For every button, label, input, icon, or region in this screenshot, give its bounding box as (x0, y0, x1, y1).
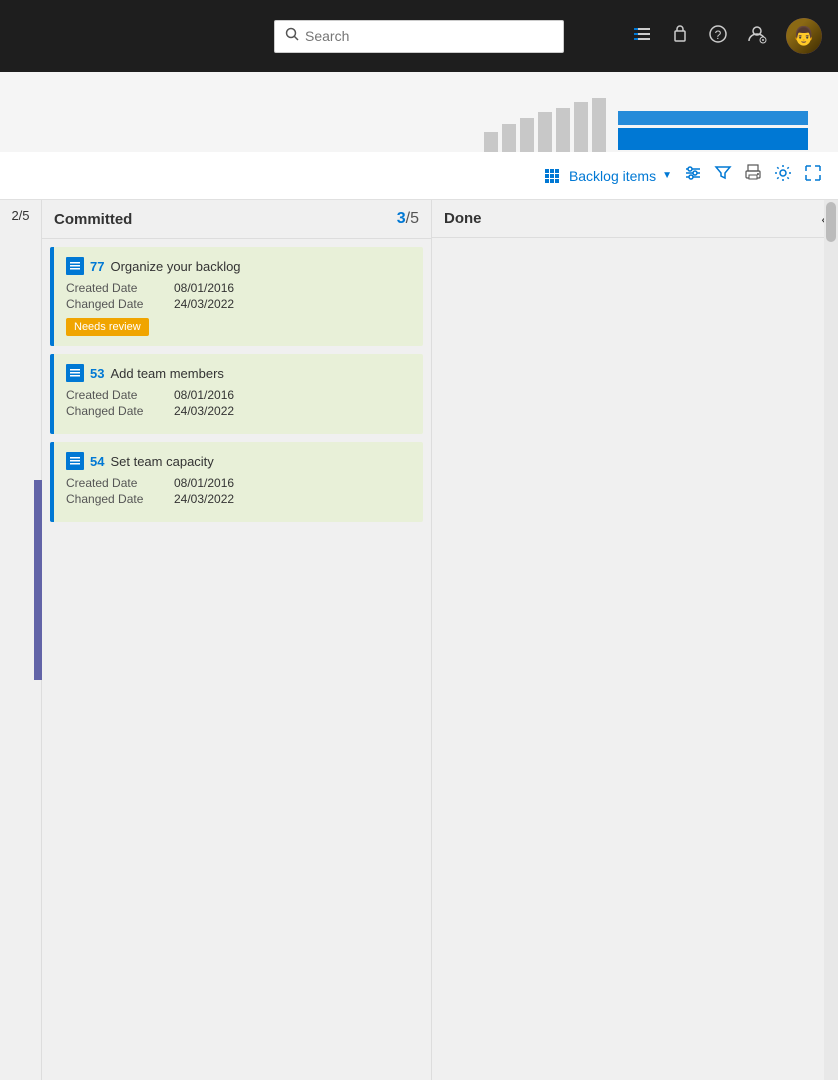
backlog-grid-icon (545, 169, 563, 183)
backlog-dropdown[interactable]: Backlog items ▼ (545, 168, 672, 184)
card-77-created-label: Created Date (66, 281, 166, 295)
card-53-id: 53 (90, 366, 104, 381)
purple-bar (34, 480, 42, 680)
chart-bar-7 (592, 98, 606, 152)
card-53-icon (66, 364, 84, 382)
done-header: Done ‹ (432, 200, 838, 238)
search-box[interactable] (274, 20, 564, 53)
card-53-changed-label: Changed Date (66, 404, 166, 418)
card-54-changed-value: 24/03/2022 (174, 492, 234, 506)
chart-blue-lower (618, 128, 808, 150)
card-77-icon (66, 257, 84, 275)
top-bar: ? 👨 (0, 0, 838, 72)
svg-text:?: ? (715, 28, 722, 42)
done-column: Done ‹ (432, 200, 838, 1080)
card-54-created-label: Created Date (66, 476, 166, 490)
card-77[interactable]: 77 Organize your backlog Created Date 08… (50, 247, 423, 346)
done-title: Done (444, 210, 482, 227)
card-77-created-row: Created Date 08/01/2016 (66, 281, 411, 295)
card-77-header: 77 Organize your backlog (66, 257, 411, 275)
chart-bar-5 (556, 108, 570, 152)
chart-area (0, 72, 838, 152)
avatar[interactable]: 👨 (786, 18, 822, 54)
chart-blue-upper (618, 111, 808, 125)
card-54-created-value: 08/01/2016 (174, 476, 234, 490)
scrollbar[interactable] (824, 200, 838, 1080)
left-count: 2/5 (0, 200, 41, 231)
card-53-title: Add team members (110, 366, 223, 381)
card-77-changed-label: Changed Date (66, 297, 166, 311)
card-54-title: Set team capacity (110, 454, 213, 469)
search-icon (285, 27, 299, 46)
scrollbar-thumb[interactable] (826, 202, 836, 242)
help-icon[interactable]: ? (708, 24, 728, 49)
card-53-created-label: Created Date (66, 388, 166, 402)
backlog-chevron-icon: ▼ (662, 170, 672, 181)
expand-icon[interactable] (804, 164, 822, 187)
chart-bars (484, 98, 606, 152)
card-54-header: 54 Set team capacity (66, 452, 411, 470)
cards-container: 77 Organize your backlog Created Date 08… (42, 239, 431, 1080)
committed-title: Committed (54, 211, 132, 228)
card-54-changed-row: Changed Date 24/03/2022 (66, 492, 411, 506)
card-53-created-value: 08/01/2016 (174, 388, 234, 402)
committed-header: Committed 3/5 (42, 200, 431, 239)
bag-icon[interactable] (670, 24, 690, 49)
card-54-changed-label: Changed Date (66, 492, 166, 506)
card-77-changed-value: 24/03/2022 (174, 297, 234, 311)
card-77-meta: Created Date 08/01/2016 Changed Date 24/… (66, 281, 411, 311)
card-53-header: 53 Add team members (66, 364, 411, 382)
card-54[interactable]: 54 Set team capacity Created Date 08/01/… (50, 442, 423, 522)
toolbar: Backlog items ▼ (0, 152, 838, 200)
backlog-label: Backlog items (569, 168, 656, 184)
card-53-changed-value: 24/03/2022 (174, 404, 234, 418)
chart-bar-3 (520, 118, 534, 152)
card-53[interactable]: 53 Add team members Created Date 08/01/2… (50, 354, 423, 434)
card-53-changed-row: Changed Date 24/03/2022 (66, 404, 411, 418)
card-77-changed-row: Changed Date 24/03/2022 (66, 297, 411, 311)
chart-bar-2 (502, 124, 516, 152)
committed-column: Committed 3/5 77 Organize your (42, 200, 432, 1080)
settings-icon[interactable] (774, 164, 792, 187)
search-container (274, 20, 564, 53)
card-54-id: 54 (90, 454, 104, 469)
filter-icon[interactable] (714, 164, 732, 187)
main-content: 2/5 Committed 3/5 (0, 200, 838, 1080)
chart-bar-6 (574, 102, 588, 152)
card-77-created-value: 08/01/2016 (174, 281, 234, 295)
print-icon[interactable] (744, 164, 762, 187)
chart-bar-4 (538, 112, 552, 152)
committed-count: 3/5 (397, 210, 419, 228)
adjust-icon[interactable] (684, 164, 702, 187)
list-icon[interactable] (632, 24, 652, 49)
search-input[interactable] (305, 28, 553, 44)
top-bar-icons: ? 👨 (632, 18, 822, 54)
chart-bar-1 (484, 132, 498, 152)
user-settings-icon[interactable] (746, 23, 768, 50)
card-54-icon (66, 452, 84, 470)
card-77-tag[interactable]: Needs review (66, 318, 149, 336)
card-53-meta: Created Date 08/01/2016 Changed Date 24/… (66, 388, 411, 418)
card-54-created-row: Created Date 08/01/2016 (66, 476, 411, 490)
card-77-id: 77 (90, 259, 104, 274)
card-77-title: Organize your backlog (110, 259, 240, 274)
card-53-created-row: Created Date 08/01/2016 (66, 388, 411, 402)
card-54-meta: Created Date 08/01/2016 Changed Date 24/… (66, 476, 411, 506)
